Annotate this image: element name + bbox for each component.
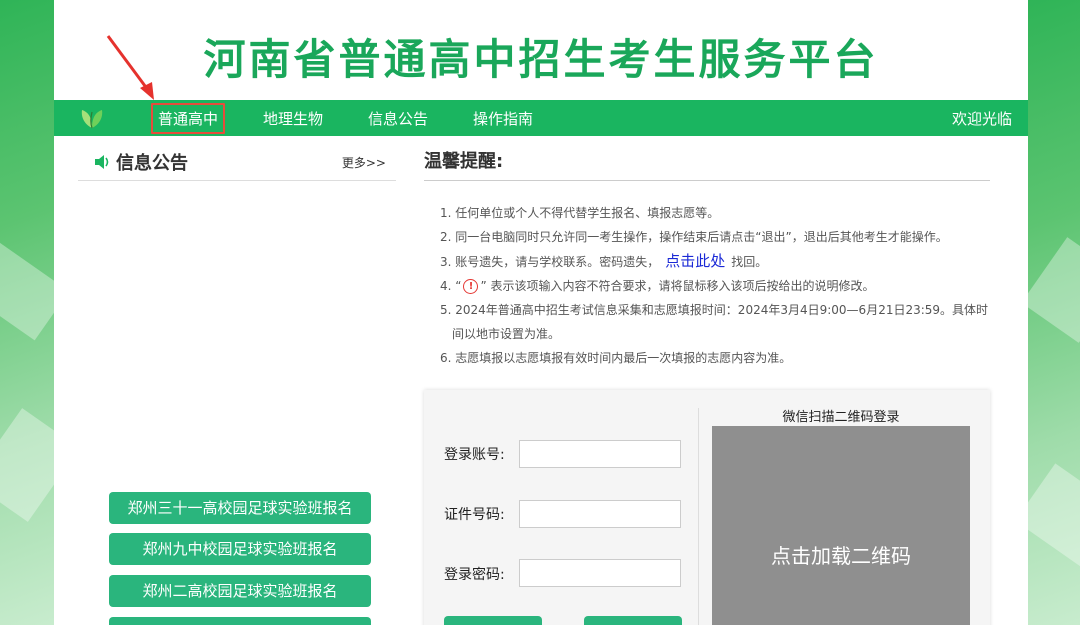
speaker-icon [95, 155, 109, 169]
site-title: 河南省普通高中招生考生服务平台 [203, 35, 879, 84]
header: 河南省普通高中招生考生服务平台 [54, 0, 1028, 100]
id-number-input[interactable] [519, 500, 681, 528]
tips-title: 温馨提醒: [424, 151, 504, 172]
id-number-label: 证件号码: [444, 507, 505, 523]
account-label: 登录账号: [444, 447, 505, 463]
tip-item-6: 6. 志愿填报以志愿填报有效时间内最后一次填报的志愿内容为准。 [440, 351, 792, 365]
football-signup-button-31[interactable]: 郑州三十一高校园足球实验班报名 [109, 492, 371, 524]
more-link[interactable]: 更多>> [342, 154, 386, 171]
nav-item-caozuo-zhinan[interactable]: 操作指南 [473, 108, 533, 129]
tip-3-tail: 找回。 [731, 255, 768, 269]
leaf-logo-icon[interactable] [78, 104, 106, 132]
nav-item-dili-shengwu[interactable]: 地理生物 [263, 108, 323, 129]
tip-4-text: 4. “ [440, 279, 462, 293]
account-input[interactable] [519, 440, 681, 468]
nav-item-putong-gaozhong[interactable]: 普通高中 [151, 103, 226, 134]
password-label: 登录密码: [444, 567, 505, 583]
background-left [0, 0, 80, 625]
tips-section: 温馨提醒: 1. 任何单位或个人不得代替学生报名、填报志愿等。 2. 同一台电脑… [424, 148, 990, 370]
tip-item-1: 1. 任何单位或个人不得代替学生报名、填报志愿等。 [440, 206, 720, 220]
login-box: 登录账号: 证件号码: 登录密码: 微信扫描二维码登录 点击加载二维码 [424, 390, 990, 625]
red-arrow-annotation [106, 35, 154, 100]
reset-button[interactable] [584, 616, 682, 625]
tip-item-5: 5. 2024年普通高中招生考试信息采集和志愿填报时间：2024年3月4日9:0… [440, 303, 989, 317]
login-divider [698, 408, 699, 625]
tip-4-tail: ” 表示该项输入内容不符合要求，请将鼠标移入该项后按给出的说明修改。 [480, 279, 875, 293]
nav-item-xinxi-gonggao[interactable]: 信息公告 [368, 108, 428, 129]
tips-header: 温馨提醒: [424, 148, 990, 181]
qr-caption: 微信扫描二维码登录 [782, 410, 900, 425]
recover-password-link[interactable]: 点击此处 [665, 252, 725, 270]
main-container: 河南省普通高中招生考生服务平台 普通高中 地理生物 信息公告 操作指南 欢迎光临… [54, 0, 1028, 625]
navbar: 普通高中 地理生物 信息公告 操作指南 欢迎光临 [54, 100, 1028, 136]
notice-panel: 信息公告 更多>> [78, 148, 396, 181]
tip-item-4: 4. “!” 表示该项输入内容不符合要求，请将鼠标移入该项后按给出的说明修改。 [440, 274, 990, 298]
notice-panel-title: 信息公告 [116, 153, 188, 174]
football-signup-button-2[interactable]: 郑州二高校园足球实验班报名 [109, 575, 371, 607]
tip-item-3: 3. 账号遗失，请与学校联系。密码遗失， 点击此处 找回。 [440, 249, 990, 274]
tips-list: 1. 任何单位或个人不得代替学生报名、填报志愿等。 2. 同一台电脑同时只允许同… [424, 201, 990, 370]
signup-button-partial[interactable] [109, 617, 371, 625]
notice-panel-header: 信息公告 更多>> [78, 148, 396, 181]
login-button[interactable] [444, 616, 542, 625]
password-input[interactable] [519, 559, 681, 587]
football-signup-button-9[interactable]: 郑州九中校园足球实验班报名 [109, 533, 371, 565]
tip-item-2: 2. 同一台电脑同时只允许同一考生操作，操作结束后请点击“退出”，退出后其他考生… [440, 230, 948, 244]
tip-item-5-continued: 间以地市设置为准。 [452, 327, 561, 341]
background-right [1015, 0, 1080, 625]
tip-3-text: 3. 账号遗失，请与学校联系。密码遗失， [440, 255, 660, 269]
welcome-text: 欢迎光临 [951, 110, 1012, 128]
warning-icon: ! [463, 279, 479, 294]
qr-code-area[interactable]: 点击加载二维码 [712, 426, 970, 625]
